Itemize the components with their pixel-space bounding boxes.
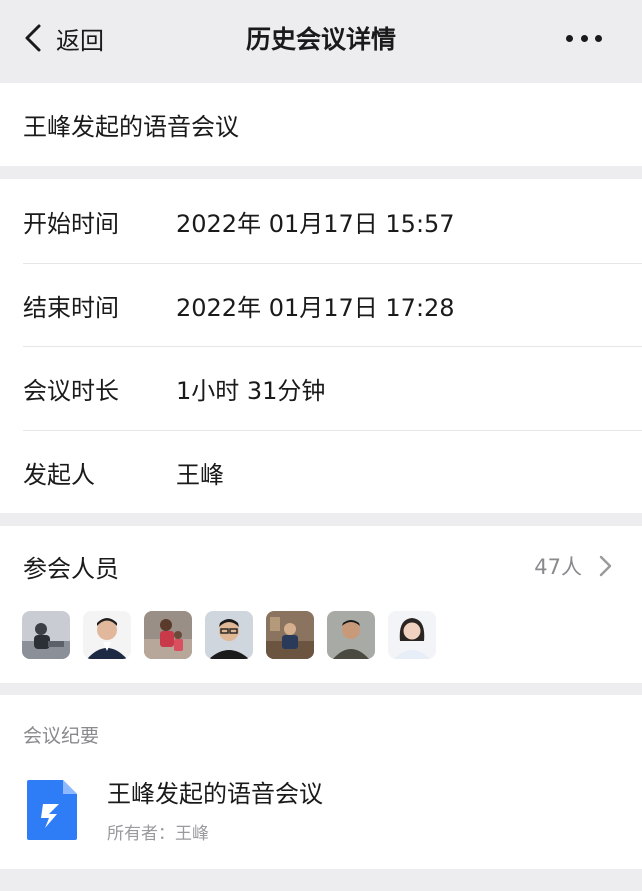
end-time-label: 结束时间 xyxy=(23,293,119,322)
notes-section-label: 会议纪要 xyxy=(23,725,100,747)
host-label: 发起人 xyxy=(23,460,95,489)
navigation-bar: 返回 历史会议详情 xyxy=(0,0,642,82)
host-value: 王峰 xyxy=(176,460,224,489)
start-time-label: 开始时间 xyxy=(23,209,119,238)
avatar[interactable] xyxy=(22,611,70,659)
more-horizontal-icon xyxy=(566,34,573,42)
avatar[interactable] xyxy=(327,611,375,659)
notes-document[interactable]: 王峰发起的语音会议 所有者：王峰 xyxy=(23,778,642,844)
avatar-list xyxy=(22,611,449,659)
meeting-title-card: 王峰发起的语音会议 xyxy=(0,83,642,166)
start-time-value: 2022年 01月17日 15:57 xyxy=(176,209,455,238)
notes-document-owner: 所有者：王峰 xyxy=(107,824,209,844)
end-time-row: 结束时间 2022年 01月17日 17:28 xyxy=(23,263,642,347)
host-row: 发起人 王峰 xyxy=(23,430,642,514)
duration-value: 1小时 31分钟 xyxy=(176,376,326,405)
meeting-notes-card: 会议纪要 王峰发起的语音会议 所有者：王峰 xyxy=(0,695,642,869)
duration-row: 会议时长 1小时 31分钟 xyxy=(23,346,642,430)
avatar[interactable] xyxy=(205,611,253,659)
dingtalk-doc-icon xyxy=(27,780,77,840)
notes-document-title: 王峰发起的语音会议 xyxy=(107,780,323,808)
page-title: 历史会议详情 xyxy=(245,25,396,54)
avatar[interactable] xyxy=(144,611,192,659)
meeting-info-card: 开始时间 2022年 01月17日 15:57 结束时间 2022年 01月17… xyxy=(0,179,642,513)
participants-count: 47人 xyxy=(534,555,582,579)
more-horizontal-icon xyxy=(580,34,588,42)
chevron-right-icon xyxy=(599,555,612,577)
participants-header[interactable]: 参会人员 47人 xyxy=(23,548,642,584)
duration-label: 会议时长 xyxy=(23,376,119,405)
start-time-row: 开始时间 2022年 01月17日 15:57 xyxy=(23,179,642,263)
meeting-name: 王峰发起的语音会议 xyxy=(23,113,239,141)
more-horizontal-icon xyxy=(595,34,602,42)
avatar[interactable] xyxy=(83,611,131,659)
participants-label: 参会人员 xyxy=(23,554,119,583)
avatar[interactable] xyxy=(266,611,314,659)
avatar[interactable] xyxy=(388,611,436,659)
end-time-value: 2022年 01月17日 17:28 xyxy=(176,293,455,322)
participants-card: 参会人员 47人 xyxy=(0,526,642,683)
more-button[interactable] xyxy=(560,24,608,52)
